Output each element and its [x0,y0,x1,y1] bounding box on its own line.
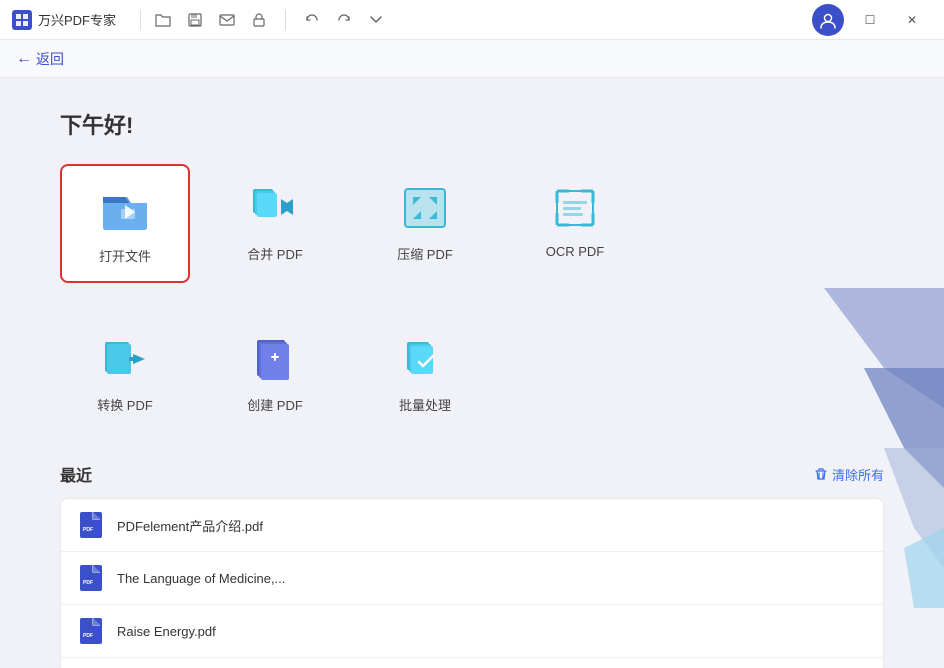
recent-filename: Raise Energy.pdf [117,624,216,639]
app-name: 万兴PDF专家 [38,10,116,29]
action-compress-pdf[interactable]: 压缩 PDF [360,164,490,283]
action-ocr-pdf[interactable]: OCR PDF [510,164,640,283]
clear-icon [814,467,828,481]
batch-process-label: 批量处理 [399,395,451,414]
back-button[interactable]: ← 返回 [16,49,64,69]
app-logo: 万兴PDF专家 [12,10,116,30]
create-pdf-icon [247,331,303,387]
user-avatar[interactable] [812,4,844,36]
convert-pdf-icon [97,331,153,387]
convert-pdf-label: 转换 PDF [97,395,153,414]
back-label: 返回 [36,49,64,69]
redo-icon[interactable] [330,6,358,34]
batch-process-icon [397,331,453,387]
ocr-pdf-icon [547,180,603,236]
compress-pdf-label: 压缩 PDF [397,244,453,263]
clear-all-button[interactable]: 清除所有 [814,465,884,484]
open-icon[interactable] [149,6,177,34]
recent-file-list: PDF PDFelement产品介绍.pdf PDF The Language … [60,498,884,668]
action-convert-pdf[interactable]: 转换 PDF [60,315,190,430]
recent-file-item[interactable]: PDF Raise Energy.pdf [61,605,883,658]
toolbar-icons [149,6,390,34]
open-file-icon [97,182,153,238]
action-grid-row1: 打开文件 合并 PDF [60,164,884,283]
compress-pdf-icon [397,180,453,236]
recent-file-item[interactable]: PDF 示例文件.pdf [61,658,883,668]
pdf-file-icon: PDF [77,617,105,645]
svg-text:PDF: PDF [83,580,93,586]
action-grid-row2: 转换 PDF 创建 PDF [60,315,884,430]
action-merge-pdf[interactable]: 合并 PDF [210,164,340,283]
merge-pdf-icon [247,180,303,236]
open-file-label: 打开文件 [99,246,151,265]
recent-filename: The Language of Medicine,... [117,571,285,586]
action-create-pdf[interactable]: 创建 PDF [210,315,340,430]
logo-icon [12,10,32,30]
divider-2 [285,10,286,30]
recent-title: 最近 [60,462,92,486]
save-icon[interactable] [181,6,209,34]
mail-icon[interactable] [213,6,241,34]
pdf-file-icon: PDF [77,511,105,539]
clear-all-label: 清除所有 [832,465,884,484]
create-pdf-label: 创建 PDF [247,395,303,414]
merge-pdf-label: 合并 PDF [247,244,303,263]
lock-icon[interactable] [245,6,273,34]
recent-file-item[interactable]: PDF PDFelement产品介绍.pdf [61,499,883,552]
action-open-file[interactable]: 打开文件 [60,164,190,283]
recent-filename: PDFelement产品介绍.pdf [117,516,263,535]
svg-text:PDF: PDF [83,633,93,639]
svg-text:PDF: PDF [83,527,93,533]
ocr-pdf-label: OCR PDF [546,244,605,259]
recent-header: 最近 清除所有 [60,462,884,486]
maximize-button[interactable]: ☐ [850,6,890,34]
content-area: 下午好! 打开文件 [0,78,944,668]
greeting-text: 下午好! [60,108,884,140]
close-button[interactable]: ✕ [892,6,932,34]
undo-icon[interactable] [298,6,326,34]
titlebar: 万兴PDF专家 [0,0,944,40]
action-batch-process[interactable]: 批量处理 [360,315,490,430]
divider-1 [140,10,141,30]
toolbar: ← 返回 [0,40,944,78]
main-area: 下午好! 打开文件 [0,78,944,668]
more-icon[interactable] [362,6,390,34]
recent-file-item[interactable]: PDF The Language of Medicine,... [61,552,883,605]
pdf-file-icon: PDF [77,564,105,592]
back-arrow-icon: ← [16,50,32,68]
